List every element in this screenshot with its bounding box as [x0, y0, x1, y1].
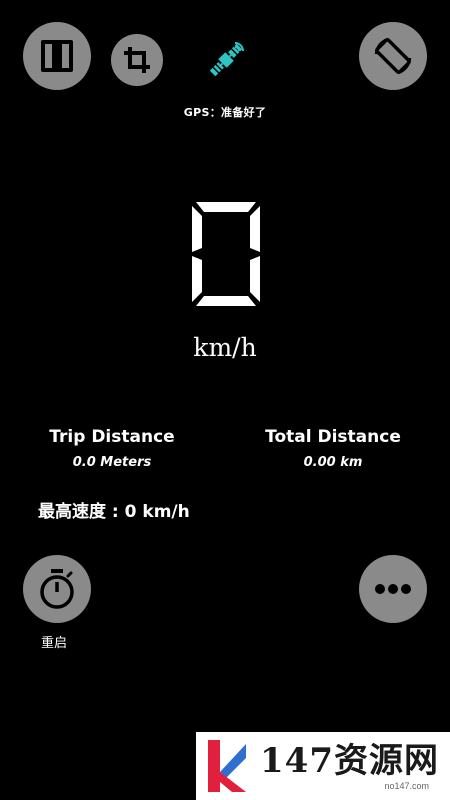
crop-icon — [124, 47, 150, 73]
speedometer-screen: GPS：准备好了 0 km/h Trip Distance 0.0 Meters… — [0, 0, 450, 800]
watermark-banner: 147资源网 no147.com — [196, 732, 450, 800]
total-distance-value: 0.00 km — [303, 455, 363, 470]
stopwatch-icon — [40, 569, 74, 609]
watermark-url: no147.com — [384, 781, 429, 791]
columns-icon — [41, 40, 73, 72]
trip-distance-value: 0.0 Meters — [72, 455, 152, 470]
rotate-screen-button[interactable] — [359, 22, 427, 90]
satellite-icon — [204, 38, 248, 82]
gps-status: GPS：准备好了 — [183, 106, 267, 119]
crop-button[interactable] — [111, 34, 163, 86]
restart-label: 重启 — [41, 636, 68, 651]
more-icon — [375, 584, 411, 594]
more-options-button[interactable] — [359, 555, 427, 623]
speed-unit: km/h — [193, 333, 257, 362]
total-distance-label: Total Distance — [265, 427, 401, 447]
restart-button[interactable] — [23, 555, 91, 623]
watermark-brand: 147资源网 — [260, 741, 439, 781]
total-distance-block: Total Distance 0.00 km — [243, 427, 423, 470]
layout-toggle-button[interactable] — [23, 22, 91, 90]
trip-distance-block: Trip Distance 0.0 Meters — [22, 427, 202, 470]
max-speed-text: 最高速度 : 0 km/h — [38, 502, 190, 522]
screen-rotation-icon — [374, 37, 412, 75]
watermark-logo — [196, 732, 258, 800]
trip-distance-label: Trip Distance — [49, 427, 175, 447]
speed-readout: 0 — [188, 198, 264, 310]
